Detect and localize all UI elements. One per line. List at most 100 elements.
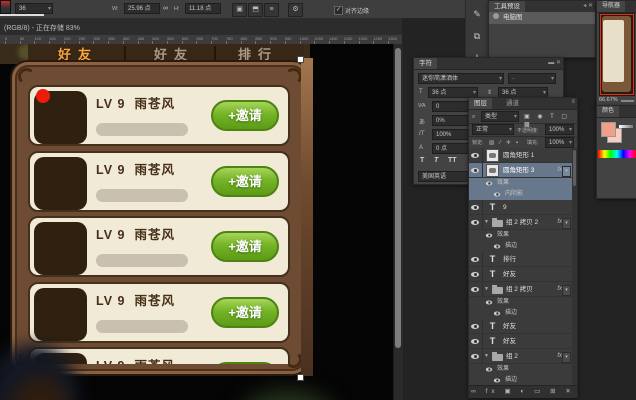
layer-name[interactable]: 好友 — [503, 267, 516, 282]
fx-collapse-chevron[interactable]: ▾ — [562, 352, 571, 363]
text-layer-icon[interactable]: T — [486, 252, 499, 267]
layer-effect-row[interactable]: 效果 — [469, 297, 572, 308]
layer-effect-row[interactable]: 描边 — [469, 308, 572, 319]
navigator-thumbnail[interactable] — [599, 13, 635, 96]
effect-name[interactable]: 内阴影 — [505, 189, 523, 200]
layers-scrollbar[interactable] — [572, 148, 577, 385]
layer-row[interactable]: T 排行 — [469, 252, 572, 267]
size-select[interactable]: 36 — [15, 3, 53, 14]
text-layer-icon[interactable]: T — [486, 267, 499, 282]
eye-icon[interactable] — [494, 312, 500, 316]
layer-visibility-cell[interactable] — [469, 349, 483, 363]
eye-icon[interactable] — [471, 205, 479, 210]
collapsed-panel-icon[interactable]: ⧉ — [466, 26, 488, 46]
shape-layer-thumbnail[interactable] — [486, 149, 499, 162]
eye-icon[interactable] — [486, 182, 492, 186]
document-tab[interactable]: (RGB/8) - 正在存储 83% — [0, 18, 402, 36]
navigator-proxy-view[interactable] — [600, 14, 634, 95]
path-operations-button[interactable]: ▣ — [232, 3, 247, 17]
invite-button[interactable]: +邀请 — [211, 100, 279, 131]
tab-channels[interactable]: 通道 — [501, 98, 524, 109]
eye-icon[interactable] — [471, 354, 479, 359]
layer-visibility-cell[interactable] — [469, 148, 483, 162]
layer-name[interactable]: 9 — [503, 200, 507, 215]
layer-row[interactable]: T 好友 — [469, 267, 572, 282]
fx-collapse-chevron[interactable]: ▾ — [562, 218, 571, 229]
layer-name[interactable]: 组 2 — [506, 349, 518, 364]
layer-row[interactable]: ▼组 2fx▾ — [469, 349, 572, 364]
eye-icon[interactable] — [471, 324, 479, 329]
effect-name[interactable]: 效果 — [497, 297, 509, 308]
eye-icon[interactable] — [471, 257, 479, 262]
collapsed-panel-icon[interactable]: ✎ — [466, 4, 488, 24]
layer-row[interactable]: T 好友 — [469, 334, 572, 349]
layer-row[interactable]: 圆角矩形 1 — [469, 148, 572, 163]
layer-visibility-cell[interactable] — [469, 252, 483, 266]
filter-type-select[interactable]: 类型 — [481, 111, 519, 122]
width-field[interactable]: 25.96 点 — [124, 3, 160, 14]
eye-icon[interactable] — [471, 272, 479, 277]
tool-preset-item[interactable]: 电脑图 — [489, 12, 595, 24]
layer-name[interactable]: 好友 — [503, 319, 516, 334]
group-expander-icon[interactable]: ▼ — [484, 349, 489, 364]
effect-name[interactable]: 描边 — [505, 308, 517, 319]
effect-name[interactable]: 描边 — [505, 241, 517, 252]
eye-icon[interactable] — [486, 301, 492, 305]
layer-name[interactable]: 排行 — [503, 252, 516, 267]
layer-visibility-cell[interactable] — [469, 215, 483, 229]
align-edges-checkbox[interactable]: ✓ — [334, 6, 343, 15]
eye-icon[interactable] — [486, 234, 492, 238]
eye-icon[interactable] — [494, 245, 500, 249]
layer-row[interactable]: ▼组 2 拷贝 2fx▾ — [469, 215, 572, 230]
tab-navigator[interactable]: 导航器 — [597, 1, 625, 12]
font-style-select[interactable]: - — [508, 73, 556, 84]
fx-collapse-chevron[interactable]: ▾ — [562, 166, 571, 177]
layer-row[interactable]: T9 — [469, 200, 572, 215]
invite-button[interactable]: +邀请 — [211, 362, 279, 364]
eye-icon[interactable] — [471, 168, 479, 173]
faux-bold-button[interactable]: T — [420, 157, 424, 164]
faux-italic-button[interactable]: T — [434, 157, 438, 164]
layers-bottom-bar[interactable]: ∞ fx ▣ ◐ ▭ ⊞ ✕ — [469, 385, 577, 398]
color-slider[interactable] — [619, 125, 633, 128]
opacity-select[interactable]: 100% — [545, 124, 574, 135]
layer-effect-row[interactable]: 效果 — [469, 178, 572, 189]
layer-row[interactable]: ▼组 2 拷贝fx▾ — [469, 282, 572, 297]
eye-icon[interactable] — [471, 287, 479, 292]
path-arrange-button[interactable]: ≡ — [264, 3, 279, 17]
layer-visibility-cell[interactable] — [469, 163, 483, 177]
layer-name[interactable]: 圆角矩形 1 — [503, 148, 534, 163]
effect-name[interactable]: 效果 — [497, 178, 509, 189]
document-canvas[interactable]: 好友 好友 排行 LV 9雨苍风+邀请LV 9雨苍风+邀请LV 9雨苍风+邀请L… — [0, 44, 393, 400]
panel-menu-icon[interactable]: ≡ — [571, 99, 575, 105]
color-spectrum-ramp[interactable] — [598, 150, 636, 158]
navigator-zoom-value[interactable]: 66.67% — [599, 97, 618, 103]
layer-name[interactable]: 圆角矩形 3 — [503, 163, 534, 178]
eye-icon[interactable] — [471, 339, 479, 344]
navigator-zoom-slider[interactable] — [621, 100, 634, 102]
panel-menu-icon[interactable]: ◂ ✕ — [583, 2, 593, 9]
layer-name[interactable]: 好友 — [503, 334, 516, 349]
layer-visibility-cell[interactable] — [469, 200, 483, 214]
layer-row[interactable]: T 好友 — [469, 319, 572, 334]
text-layer-icon[interactable]: T — [486, 200, 499, 215]
layer-visibility-cell[interactable] — [469, 282, 483, 296]
layer-visibility-cell[interactable] — [469, 319, 483, 333]
tab-color[interactable]: 颜色 — [597, 106, 619, 117]
layer-name[interactable]: 组 2 拷贝 2 — [506, 215, 538, 230]
height-field[interactable]: 11.18 点 — [185, 3, 221, 14]
layer-effect-row[interactable]: 效果 — [469, 230, 572, 241]
blend-mode-select[interactable]: 正常 — [472, 124, 514, 135]
text-layer-icon[interactable]: T — [486, 334, 499, 349]
effect-name[interactable]: 描边 — [505, 375, 517, 385]
invite-button[interactable]: +邀请 — [211, 297, 279, 328]
link-dimensions-icon[interactable]: ∞ — [163, 5, 168, 13]
gear-icon[interactable]: ⚙ — [288, 3, 303, 17]
effect-name[interactable]: 效果 — [497, 364, 509, 375]
text-layer-icon[interactable]: T — [486, 319, 499, 334]
eye-icon[interactable] — [471, 153, 479, 158]
font-family-select[interactable]: 迷你简潇洒体 — [418, 73, 504, 84]
transform-anchor[interactable] — [297, 56, 304, 63]
effect-name[interactable]: 效果 — [497, 230, 509, 241]
scrollbar-thumb[interactable] — [573, 150, 576, 186]
